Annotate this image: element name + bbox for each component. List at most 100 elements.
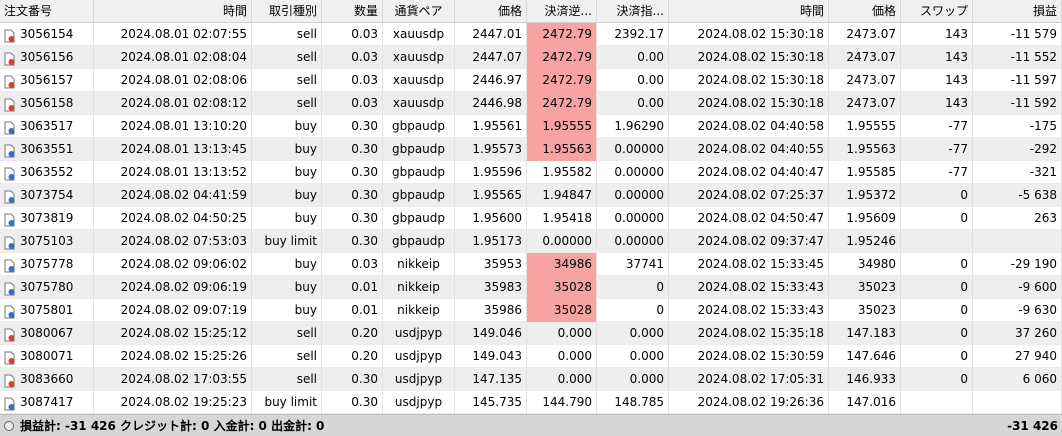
- column-header-price[interactable]: 価格: [455, 0, 527, 23]
- time-cell: 2024.08.01 13:10:20: [94, 115, 252, 138]
- time2-cell: 2024.08.02 07:25:37: [669, 184, 829, 207]
- table-row[interactable]: 3056154 2024.08.01 02:07:55 sell 0.03 xauusd…: [0, 23, 1062, 46]
- time2-cell: 2024.08.02 19:26:36: [669, 391, 829, 414]
- column-header-volume[interactable]: 数量: [322, 0, 383, 23]
- order-cell: 3063551: [0, 138, 94, 161]
- column-header-symbol[interactable]: 通貨ペア: [383, 0, 455, 23]
- sl-cell: 1.95563: [527, 138, 597, 161]
- sl-cell: 1.95418: [527, 207, 597, 230]
- price-cell: 2447.01: [455, 23, 527, 46]
- column-header-tp[interactable]: 決済指...: [597, 0, 669, 23]
- table-row[interactable]: 3075801 2024.08.02 09:07:19 buy 0.01 nikkeip…: [0, 299, 1062, 322]
- price-cell: 2446.97: [455, 69, 527, 92]
- table-row[interactable]: 3083660 2024.08.02 17:03:55 sell 0.30 usdjpy…: [0, 368, 1062, 391]
- sell-order-icon: [4, 327, 16, 341]
- profit-cell: -321: [973, 161, 1062, 184]
- history-table: 注文番号 時間 取引種別 数量 通貨ペア 価格 決済逆... 決済指... 時間 価格 スワップ 損益…: [0, 0, 1062, 414]
- type-cell: buy: [252, 276, 322, 299]
- type-cell: buy limit: [252, 391, 322, 414]
- buy-order-icon: [4, 143, 16, 157]
- table-row[interactable]: 3056157 2024.08.01 02:08:06 sell 0.03 xauusd…: [0, 69, 1062, 92]
- swap-cell: 0: [901, 207, 973, 230]
- order-cell: 3056157: [0, 69, 94, 92]
- time2-cell: 2024.08.02 15:33:43: [669, 299, 829, 322]
- symbol-cell: gbpaudp: [383, 230, 455, 253]
- table-row[interactable]: 3087417 2024.08.02 19:25:23 buy limit 0.30 u…: [0, 391, 1062, 414]
- tp-cell: 0.000: [597, 345, 669, 368]
- order-number: 3056154: [20, 27, 74, 41]
- order-number: 3075103: [20, 234, 74, 248]
- order-cell: 3075801: [0, 299, 94, 322]
- column-header-time[interactable]: 時間: [94, 0, 252, 23]
- price2-cell: 35023: [829, 276, 901, 299]
- order-cell: 3075103: [0, 230, 94, 253]
- profit-cell: [973, 391, 1062, 414]
- table-row[interactable]: 3056156 2024.08.01 02:08:04 sell 0.03 xauusd…: [0, 46, 1062, 69]
- time-cell: 2024.08.01 02:08:04: [94, 46, 252, 69]
- order-number: 3063551: [20, 142, 74, 156]
- price2-cell: 34980: [829, 253, 901, 276]
- time2-cell: 2024.08.02 04:40:55: [669, 138, 829, 161]
- tp-cell: 0: [597, 276, 669, 299]
- order-cell: 3056158: [0, 92, 94, 115]
- type-cell: buy: [252, 253, 322, 276]
- buy-order-icon: [4, 189, 16, 203]
- table-row[interactable]: 3075103 2024.08.02 07:53:03 buy limit 0.30 g…: [0, 230, 1062, 253]
- table-row[interactable]: 3073819 2024.08.02 04:50:25 buy 0.30 gbpaudp…: [0, 207, 1062, 230]
- table-row[interactable]: 3063517 2024.08.01 13:10:20 buy 0.30 gbpaudp…: [0, 115, 1062, 138]
- time2-cell: 2024.08.02 15:33:43: [669, 276, 829, 299]
- order-number: 3063517: [20, 119, 74, 133]
- summary-bar: 損益計: -31 426 クレジット計: 0 入金計: 0 出金計: 0 -31…: [0, 414, 1062, 436]
- sl-cell: 1.95582: [527, 161, 597, 184]
- price-cell: 149.046: [455, 322, 527, 345]
- volume-cell: 0.30: [322, 184, 383, 207]
- type-cell: sell: [252, 46, 322, 69]
- column-header-type[interactable]: 取引種別: [252, 0, 322, 23]
- type-cell: sell: [252, 69, 322, 92]
- order-cell: 3075778: [0, 253, 94, 276]
- price2-cell: 1.95563: [829, 138, 901, 161]
- order-cell: 3080067: [0, 322, 94, 345]
- profit-cell: -175: [973, 115, 1062, 138]
- column-header-swap[interactable]: スワップ: [901, 0, 973, 23]
- profit-cell: -11 579: [973, 23, 1062, 46]
- column-header-order[interactable]: 注文番号: [0, 0, 94, 23]
- table-row[interactable]: 3080067 2024.08.02 15:25:12 sell 0.20 usdjpy…: [0, 322, 1062, 345]
- tp-cell: 0.00000: [597, 207, 669, 230]
- table-row[interactable]: 3075778 2024.08.02 09:06:02 buy 0.03 nikkeip…: [0, 253, 1062, 276]
- order-cell: 3073754: [0, 184, 94, 207]
- order-number: 3075801: [20, 303, 74, 317]
- symbol-cell: usdjpyp: [383, 391, 455, 414]
- swap-cell: 0: [901, 184, 973, 207]
- table-row[interactable]: 3073754 2024.08.02 04:41:59 buy 0.30 gbpaudp…: [0, 184, 1062, 207]
- sl-cell: 1.95555: [527, 115, 597, 138]
- price2-cell: 1.95609: [829, 207, 901, 230]
- table-row[interactable]: 3056158 2024.08.01 02:08:12 sell 0.03 xauusd…: [0, 92, 1062, 115]
- table-row[interactable]: 3063551 2024.08.01 13:13:45 buy 0.30 gbpaudp…: [0, 138, 1062, 161]
- symbol-cell: nikkeip: [383, 276, 455, 299]
- time-cell: 2024.08.02 15:25:12: [94, 322, 252, 345]
- symbol-cell: usdjpyp: [383, 322, 455, 345]
- symbol-cell: xauusdp: [383, 23, 455, 46]
- table-row[interactable]: 3063552 2024.08.01 13:13:52 buy 0.30 gbpaudp…: [0, 161, 1062, 184]
- sl-cell: 35028: [527, 299, 597, 322]
- time-cell: 2024.08.01 02:08:12: [94, 92, 252, 115]
- column-header-time2[interactable]: 時間: [669, 0, 829, 23]
- column-header-sl[interactable]: 決済逆...: [527, 0, 597, 23]
- table-row[interactable]: 3080071 2024.08.02 15:25:26 sell 0.20 usdjpy…: [0, 345, 1062, 368]
- swap-cell: [901, 391, 973, 414]
- profit-cell: 6 060: [973, 368, 1062, 391]
- swap-cell: 0: [901, 368, 973, 391]
- profit-cell: -9 600: [973, 276, 1062, 299]
- time-cell: 2024.08.01 13:13:52: [94, 161, 252, 184]
- summary-text: 損益計: -31 426 クレジット計: 0 入金計: 0 出金計: 0: [20, 419, 325, 433]
- tp-cell: 0.00000: [597, 184, 669, 207]
- order-number: 3075780: [20, 280, 74, 294]
- type-cell: buy: [252, 184, 322, 207]
- column-header-price2[interactable]: 価格: [829, 0, 901, 23]
- sell-order-icon: [4, 28, 16, 42]
- table-row[interactable]: 3075780 2024.08.02 09:06:19 buy 0.01 nikkeip…: [0, 276, 1062, 299]
- time2-cell: 2024.08.02 15:30:18: [669, 46, 829, 69]
- tp-cell: 0.00: [597, 69, 669, 92]
- column-header-profit[interactable]: 損益: [973, 0, 1062, 23]
